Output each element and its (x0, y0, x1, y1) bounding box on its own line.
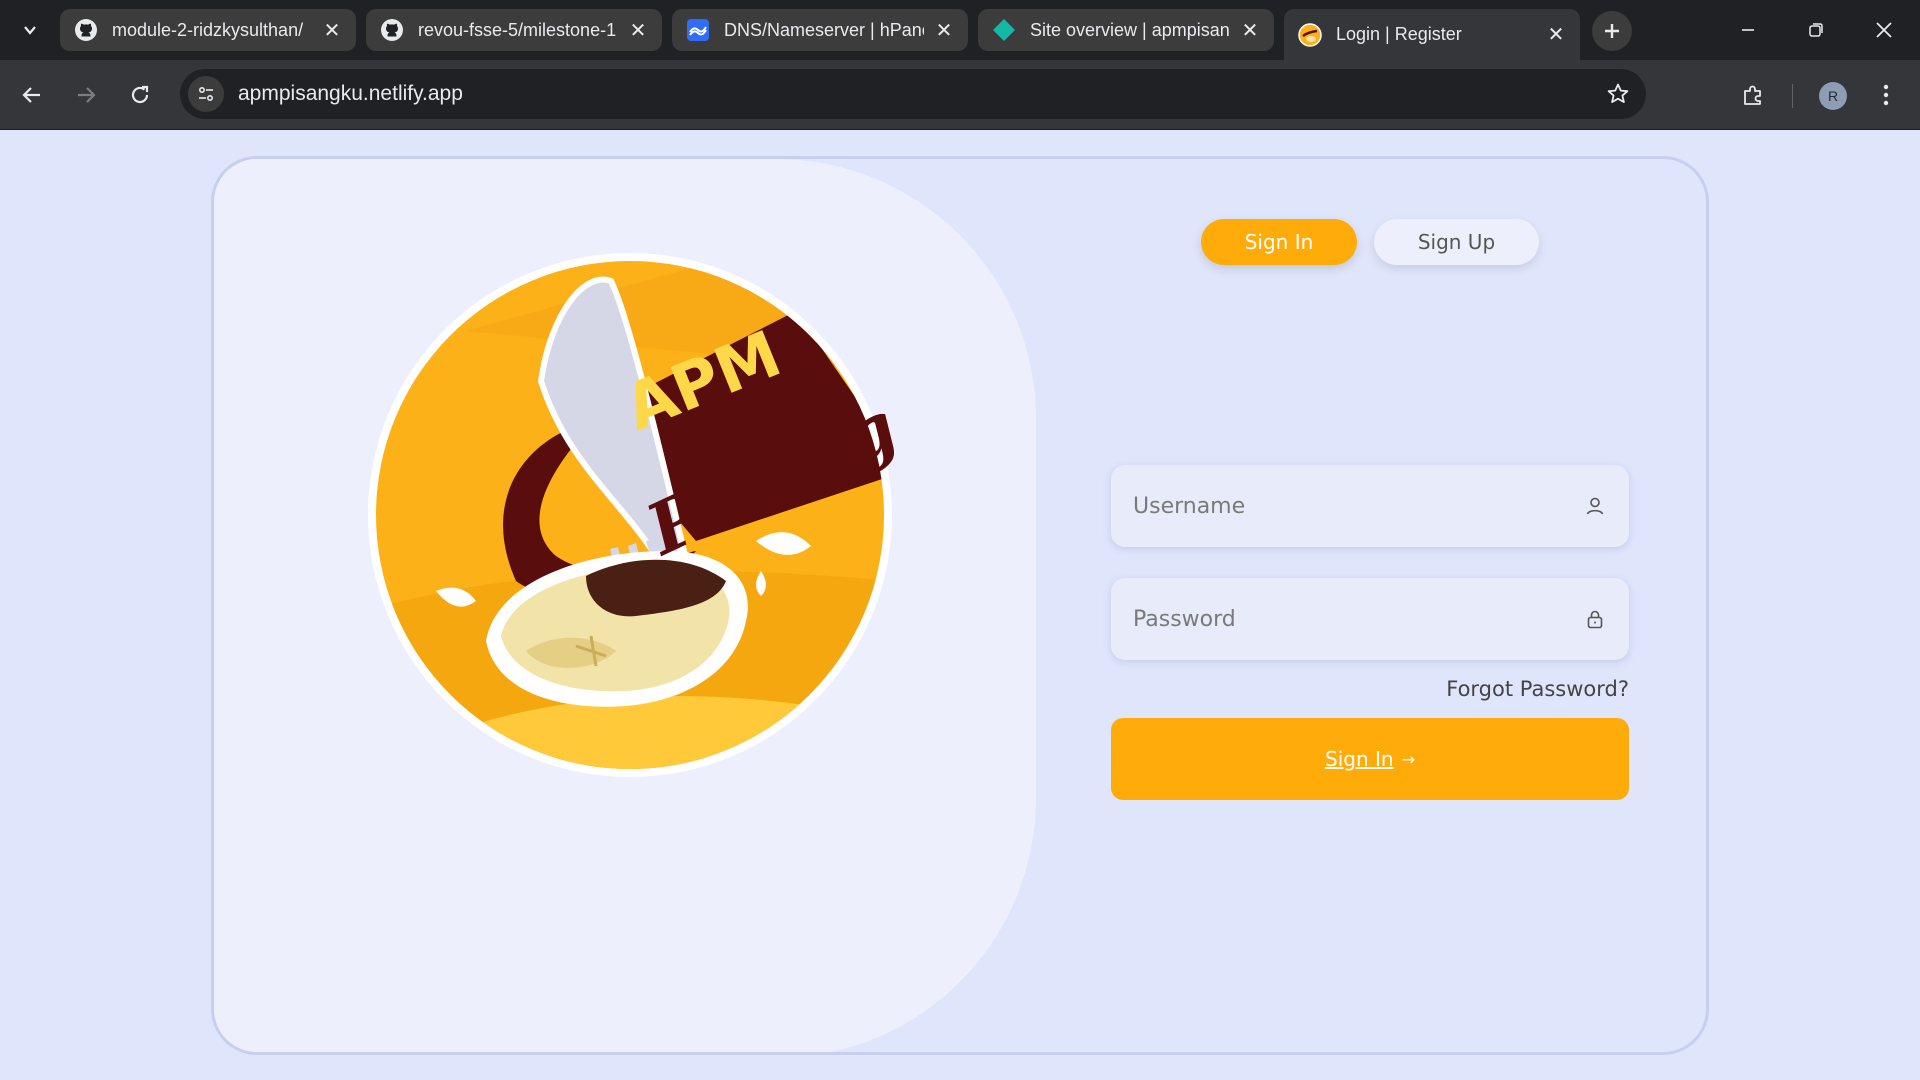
github-icon (74, 18, 98, 42)
user-icon (1581, 492, 1609, 520)
browser-tab-active[interactable]: Login | Register ✕ (1284, 9, 1580, 60)
page-viewport: APM Pisang Sign In Sign Up Forgot Passwo… (0, 131, 1920, 1080)
tab-bar: module-2-ridzkysulthan/ ✕ revou-fsse-5/m… (0, 0, 1920, 60)
hpanel-icon (686, 18, 710, 42)
minimize-icon (1742, 29, 1754, 31)
address-bar[interactable]: apmpisangku.netlify.app (180, 69, 1646, 119)
restore-button[interactable] (1794, 10, 1838, 50)
tab-title: module-2-ridzkysulthan/ (112, 19, 304, 40)
window-close-button[interactable] (1862, 10, 1906, 50)
forgot-password-link[interactable]: Forgot Password? (1414, 677, 1629, 701)
sign-in-submit-button[interactable]: Sign In → (1111, 718, 1629, 800)
back-button[interactable] (12, 75, 52, 115)
plus-icon (1605, 24, 1619, 38)
chevron-down-icon (24, 26, 36, 35)
new-tab-button[interactable] (1592, 11, 1632, 51)
password-input[interactable] (1133, 606, 1581, 632)
close-icon[interactable]: ✕ (320, 18, 344, 42)
site-settings-icon[interactable] (188, 76, 224, 112)
submit-label: Sign In (1325, 747, 1394, 771)
sign-up-tab[interactable]: Sign Up (1374, 219, 1539, 265)
bookmark-star-icon[interactable] (1598, 74, 1638, 114)
tab-title: Login | Register (1336, 24, 1462, 44)
browser-tab[interactable]: DNS/Nameserver | hPanel ✕ (672, 9, 968, 51)
puzzle-icon (1744, 85, 1761, 105)
tab-search-button[interactable] (12, 12, 48, 48)
apm-logo-icon (1298, 22, 1322, 47)
tab-title: revou-fsse-5/milestone-1 (418, 19, 617, 40)
browser-tab[interactable]: revou-fsse-5/milestone-1 ✕ (366, 9, 662, 51)
password-field[interactable] (1111, 578, 1629, 660)
url-text[interactable]: apmpisangku.netlify.app (238, 82, 1598, 106)
close-icon[interactable]: ✕ (932, 18, 956, 42)
reload-button[interactable] (120, 75, 160, 115)
github-icon (380, 18, 404, 42)
auth-card: APM Pisang Sign In Sign Up Forgot Passwo… (211, 156, 1709, 1055)
arrow-right-icon (78, 87, 96, 103)
close-icon[interactable]: ✕ (626, 18, 650, 42)
arrow-right-icon: → (1401, 749, 1415, 769)
extensions-button[interactable] (1733, 75, 1773, 115)
close-icon (1876, 22, 1892, 38)
tab-title: DNS/Nameserver | hPanel (724, 19, 924, 40)
reload-icon (131, 85, 149, 104)
arrow-left-icon (22, 87, 40, 103)
close-icon[interactable]: ✕ (1238, 18, 1262, 42)
username-input[interactable] (1133, 493, 1581, 519)
browser-tab[interactable]: module-2-ridzkysulthan/ ✕ (60, 9, 356, 51)
profile-avatar[interactable]: R (1819, 82, 1847, 110)
menu-button[interactable] (1866, 75, 1906, 115)
minimize-button[interactable] (1726, 10, 1770, 50)
tab-title: Site overview | apmpisangku (1030, 19, 1230, 40)
sign-in-tab[interactable]: Sign In (1201, 219, 1357, 265)
netlify-icon (992, 18, 1016, 42)
close-icon[interactable]: ✕ (1544, 23, 1568, 47)
restore-icon (1809, 23, 1823, 37)
more-vertical-icon (1883, 84, 1889, 106)
browser-tab[interactable]: Site overview | apmpisangku ✕ (978, 9, 1274, 51)
lock-icon (1581, 605, 1609, 633)
forward-button[interactable] (66, 75, 106, 115)
toolbar-divider (1792, 84, 1793, 108)
browser-toolbar: apmpisangku.netlify.app R (0, 60, 1920, 130)
apm-pisang-logo: APM Pisang (368, 253, 894, 777)
username-field[interactable] (1111, 465, 1629, 547)
